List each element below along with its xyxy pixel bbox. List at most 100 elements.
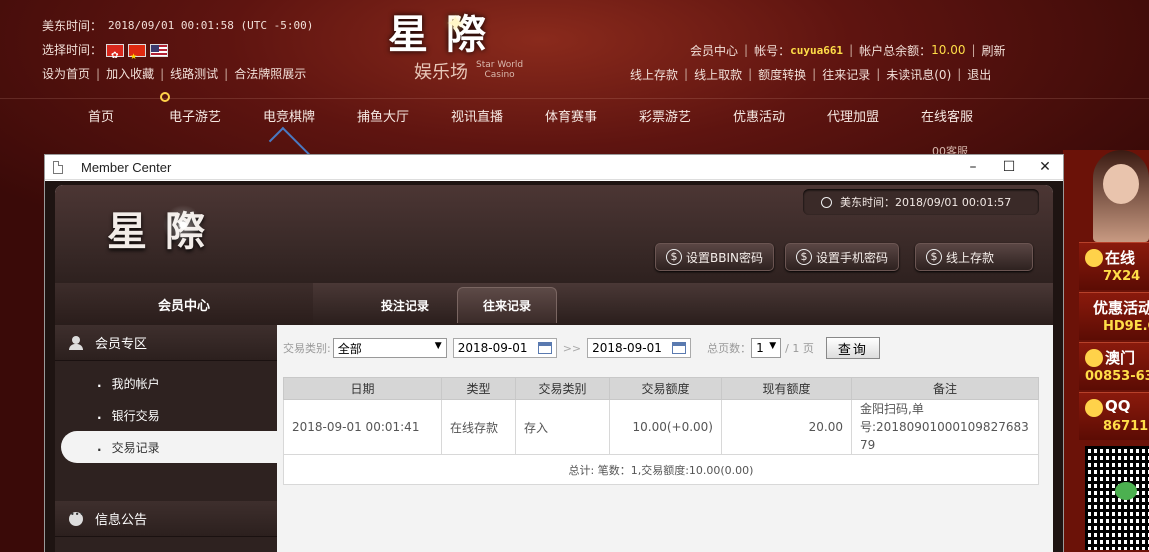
sidebar-item-bank[interactable]: . 银行交易	[55, 399, 277, 431]
records-content: 交易类别: 全部 ▼ 2018-09-01 >> 2018-09-01 总页数： …	[277, 325, 1053, 552]
nav-item-agent[interactable]: 代理加盟	[806, 106, 900, 125]
member-center-link[interactable]: 会员中心	[690, 42, 738, 59]
logo-text: 星際	[388, 11, 504, 58]
calendar-icon[interactable]	[672, 342, 687, 354]
deposit-link[interactable]: 线上存款	[630, 66, 678, 83]
calendar-icon[interactable]	[537, 342, 552, 354]
nav-item-sports[interactable]: 体育赛事	[524, 106, 618, 125]
side-online-service[interactable]: 在线 7X24	[1079, 242, 1149, 290]
hk-flag-icon[interactable]	[106, 43, 125, 68]
side-macau-phone[interactable]: 澳门00853-639	[1079, 342, 1149, 390]
section-title: 会员中心	[55, 283, 313, 325]
col-amount: 交易额度	[609, 377, 722, 400]
cell-date: 2018-09-01 00:01:41	[283, 399, 442, 455]
member-center-window: Member Center – ☐ ✕ 星際 美东时间：2018/09/01 0…	[44, 154, 1064, 552]
set-bbin-password-button[interactable]: $ 设置BBIN密码	[655, 243, 774, 271]
nav-item-slots[interactable]: 电子游艺	[148, 106, 242, 125]
col-balance: 现有额度	[721, 377, 852, 400]
col-type: 类型	[441, 377, 516, 400]
tab-bet-records[interactable]: 投注记录	[355, 287, 455, 323]
type-label: 交易类别:	[283, 342, 331, 355]
side-panel: 在线7X24 优惠活动HD9E.C 澳门00853-639 QQ86711	[1063, 150, 1149, 552]
logo-en: Star World Casino	[476, 60, 524, 80]
user-icon	[69, 336, 83, 350]
nav-item-lottery[interactable]: 彩票游艺	[618, 106, 712, 125]
tab-transaction-records[interactable]: 往来记录	[457, 287, 557, 323]
sidebar-item-transactions[interactable]: . 交易记录	[61, 431, 277, 463]
header-right: 会员中心 | 帐号： cuyua661 | 帐户总余额： 10.00 | 刷新 线上存款 |…	[630, 42, 1006, 83]
logout-link[interactable]: 退出	[967, 66, 991, 83]
member-banner: 星際 美东时间：2018/09/01 00:01:57 $设置BBIN密码 $设…	[55, 185, 1053, 283]
dropdown-arrow-icon: ▼	[434, 341, 442, 351]
sidebar-group-notice[interactable]: 信息公告	[55, 501, 277, 537]
query-button[interactable]: 查询	[825, 337, 880, 359]
page-select[interactable]: 1 ▼	[751, 338, 782, 358]
nav-item-live[interactable]: 视讯直播	[430, 106, 524, 125]
refresh-link[interactable]: 刷新	[982, 42, 1006, 59]
header-left: 美东时间： 2018/09/01 00:01:58 (UTC -5:00) 选择时…	[42, 14, 313, 86]
date-to-input[interactable]: 2018-09-01	[587, 338, 692, 358]
cell-category: 存入	[515, 399, 610, 455]
time-value: 2018/09/01 00:01:58 (UTC -5:00)	[108, 19, 314, 32]
window-titlebar[interactable]: Member Center – ☐ ✕	[45, 155, 1063, 180]
minimize-button[interactable]: –	[955, 159, 991, 175]
clock-icon	[821, 196, 832, 208]
account-label: 帐号：	[754, 43, 791, 58]
dollar-icon: $	[926, 249, 942, 265]
cell-balance: 20.00	[721, 399, 852, 455]
logo-star-icon	[163, 205, 203, 245]
member-panel: 星際 美东时间：2018/09/01 00:01:57 $设置BBIN密码 $设…	[55, 185, 1053, 552]
close-button[interactable]: ✕	[1027, 159, 1063, 175]
pages-label: 总页数：	[707, 342, 752, 355]
header-divider	[0, 98, 1149, 99]
message-icon	[69, 510, 84, 526]
side-promo[interactable]: 优惠活动HD9E.C	[1079, 292, 1149, 340]
tab-bar: 会员中心 投注记录 往来记录	[55, 283, 1053, 325]
nav-item-promo[interactable]: 优惠活动	[712, 106, 806, 125]
nav-item-support[interactable]: 在线客服	[900, 106, 994, 125]
maximize-button[interactable]: ☐	[991, 159, 1027, 175]
cn-flag-icon[interactable]	[128, 43, 147, 69]
qq-icon	[1085, 399, 1103, 417]
set-homepage-link[interactable]: 设为首页	[42, 62, 90, 86]
pointer-ring-icon	[160, 92, 170, 102]
nav-item-fishing[interactable]: 捕鱼大厅	[336, 106, 430, 125]
range-separator: >>	[562, 341, 582, 355]
col-category: 交易类别	[515, 377, 610, 400]
license-link[interactable]: 合法牌照展示	[234, 62, 306, 86]
nav-item-home[interactable]: 首页	[54, 106, 148, 125]
dollar-icon: $	[666, 249, 682, 265]
type-select[interactable]: 全部 ▼	[332, 338, 447, 358]
balance-value: 10.00	[931, 43, 966, 57]
records-link[interactable]: 往来记录	[822, 66, 870, 83]
transfer-link[interactable]: 额度转换	[758, 66, 806, 83]
member-clock: 美东时间： 2018/09/01 00:01:57	[803, 189, 1039, 215]
table-total-row: 总计: 笔数：1,交易额度:10.00(0.00)	[283, 454, 1039, 485]
line-test-link[interactable]: 线路测试	[170, 62, 218, 86]
time-label: 美东时间：	[42, 19, 103, 33]
lang-label: 选择时间：	[42, 43, 103, 57]
phone-icon	[1085, 349, 1103, 367]
site-logo[interactable]: 星際 ✦ 娱乐场 Star World Casino	[388, 2, 548, 83]
pages-total: / 1 页	[785, 342, 814, 355]
records-table: 日期 类型 交易类别 交易额度 现有额度 备注 2018-09-01 00:01…	[283, 377, 1039, 485]
date-from-input[interactable]: 2018-09-01	[452, 338, 557, 358]
nav-item-esports[interactable]: 电竞棋牌	[242, 106, 336, 125]
online-deposit-button[interactable]: $ 线上存款	[915, 243, 1033, 271]
withdraw-link[interactable]: 线上取款	[694, 66, 742, 83]
messages-link[interactable]: 未读讯息(0)	[886, 66, 951, 83]
total-text: 总计: 笔数：1,交易额度:10.00(0.00)	[283, 454, 1039, 485]
dollar-icon: $	[796, 249, 812, 265]
dropdown-arrow-icon: ▼	[769, 341, 777, 351]
col-date: 日期	[283, 377, 442, 400]
side-qq[interactable]: QQ 86711	[1079, 392, 1149, 440]
account-value: cuyua661	[790, 43, 844, 57]
us-flag-icon[interactable]	[150, 43, 169, 57]
balance-label: 帐户总余额：	[859, 43, 932, 58]
sidebar-group-member[interactable]: 会员专区	[55, 325, 277, 361]
headset-icon	[1085, 249, 1103, 267]
cell-note: 金阳扫码,单 号:20180901000109827683​79	[851, 399, 1039, 455]
set-phone-password-button[interactable]: $ 设置手机密码	[785, 243, 900, 271]
window-title: Member Center	[81, 159, 172, 175]
sidebar-item-my-account[interactable]: . 我的帐户	[55, 367, 277, 399]
